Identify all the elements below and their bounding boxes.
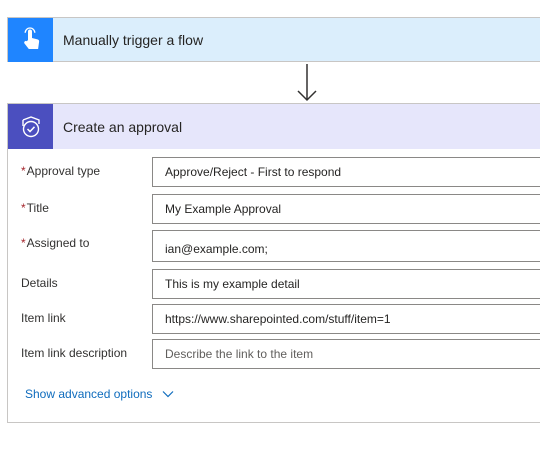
show-advanced-options-link[interactable]: Show advanced options: [25, 387, 174, 401]
approval-type-label: *Approval type: [21, 164, 101, 178]
item-link-label: Item link: [21, 311, 66, 325]
approval-card: Create an approval *Approval type Approv…: [7, 103, 540, 423]
required-marker: *: [21, 236, 26, 250]
approval-icon-container: [8, 104, 53, 149]
trigger-icon-container: [8, 18, 53, 62]
connector-arrow-icon: [297, 64, 317, 102]
chevron-down-icon: [163, 391, 174, 398]
flow-designer-canvas: Manually trigger a flow Create an approv…: [0, 0, 540, 451]
touch-hand-icon: [23, 27, 39, 49]
approval-check-icon: [21, 115, 40, 137]
item-link-description-input[interactable]: Describe the link to the item: [152, 339, 540, 369]
title-input[interactable]: My Example Approval: [152, 194, 540, 224]
details-input[interactable]: This is my example detail: [152, 269, 540, 299]
trigger-title: Manually trigger a flow: [63, 32, 204, 48]
assigned-to-input[interactable]: ian@example.com;: [152, 230, 540, 262]
item-link-input[interactable]: https://www.sharepointed.com/stuff/item=…: [152, 304, 540, 334]
required-marker: *: [21, 164, 26, 178]
trigger-card[interactable]: Manually trigger a flow: [7, 17, 540, 62]
details-label: Details: [21, 276, 58, 290]
show-advanced-options-label: Show advanced options: [25, 387, 153, 401]
approval-header[interactable]: Create an approval: [8, 104, 540, 149]
assigned-to-label: *Assigned to: [21, 236, 90, 250]
approval-title: Create an approval: [63, 119, 183, 135]
approval-type-select[interactable]: Approve/Reject - First to respond: [152, 157, 540, 187]
required-marker: *: [21, 201, 26, 215]
title-label: *Title: [21, 201, 49, 215]
item-link-description-label: Item link description: [21, 346, 128, 360]
